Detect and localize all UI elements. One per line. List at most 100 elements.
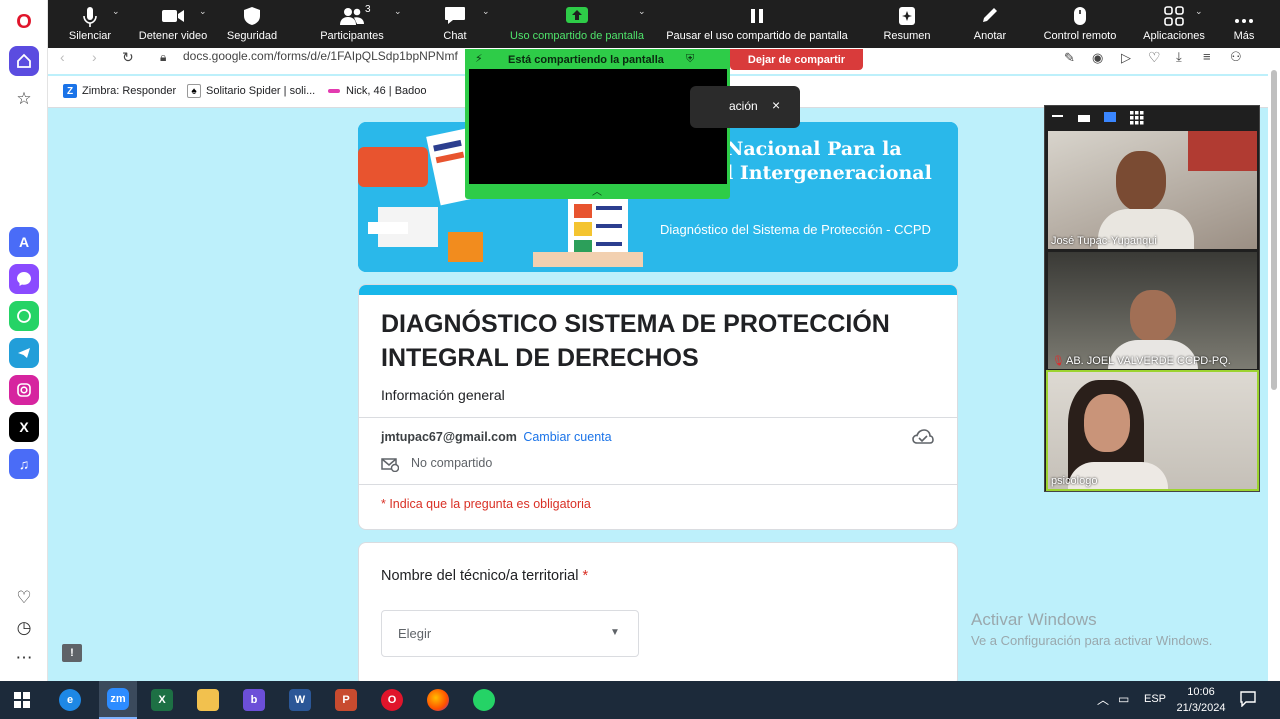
participants-options-caret-icon[interactable]: ⌄ xyxy=(394,6,402,17)
participant-video-tile[interactable]: 🎙︎ AB. JOEL VALVERDE CCPD-PQ. xyxy=(1048,252,1257,369)
heart-icon[interactable]: ♡ xyxy=(1148,49,1161,66)
participant-video-tile[interactable]: José Tupac-Yupanqui xyxy=(1048,131,1257,249)
activate-windows-subtitle: Ve a Configuración para activar Windows. xyxy=(971,633,1213,648)
tray-chevron-up-icon[interactable]: ︿ xyxy=(1097,691,1109,708)
chat-icon xyxy=(431,6,479,30)
opera-logo-icon[interactable]: O xyxy=(12,10,36,34)
security-button[interactable]: Seguridad xyxy=(220,0,284,48)
remote-control-button[interactable]: Control remoto xyxy=(1038,0,1122,48)
muted-microphone-icon: 🎙︎ xyxy=(1052,356,1065,367)
participants-count: 3 xyxy=(365,4,371,15)
more-button[interactable]: Más xyxy=(1224,0,1264,48)
whatsapp-taskbar-icon[interactable] xyxy=(467,685,501,715)
back-icon[interactable]: ‹ xyxy=(60,49,65,65)
question-label: Nombre del técnico/a territorial xyxy=(381,568,579,584)
feedback-icon[interactable]: ! xyxy=(62,644,82,662)
messenger-icon[interactable] xyxy=(9,264,39,294)
tabs-menu-icon[interactable]: ≡ xyxy=(1203,49,1211,64)
share-options-caret-icon[interactable]: ⌄ xyxy=(638,6,646,17)
dropdown-arrow-icon: ▼ xyxy=(610,627,620,638)
form-description: Información general xyxy=(381,387,505,403)
gallery-strip-icon[interactable] xyxy=(1104,112,1116,122)
x-twitter-icon[interactable]: X xyxy=(9,412,39,442)
not-shared-icon xyxy=(381,456,400,477)
mute-options-caret-icon[interactable]: ⌄ xyxy=(112,6,120,17)
instagram-icon[interactable] xyxy=(9,375,39,405)
toast-close-icon[interactable]: × xyxy=(772,97,780,113)
bookmark-solitaire[interactable]: ♠ Solitario Spider | soli... xyxy=(187,84,315,98)
required-note: * Indica que la pregunta es obligatoria xyxy=(381,497,591,511)
home-icon[interactable] xyxy=(9,46,39,76)
powerpoint-icon[interactable]: P xyxy=(329,685,363,715)
bookmark-zimbra[interactable]: Z Zimbra: Responder xyxy=(63,84,176,98)
camera-icon[interactable]: ◉ xyxy=(1092,50,1103,66)
chat-button[interactable]: Chat xyxy=(431,0,479,48)
annotate-button[interactable]: Anotar xyxy=(966,0,1014,48)
banner-title-line-1: Nacional Para la xyxy=(726,138,902,160)
pause-share-button[interactable]: Pausar el uso compartido de pantalla xyxy=(662,0,852,48)
bing-icon[interactable]: b xyxy=(237,685,271,715)
edit-icon[interactable]: ✎ xyxy=(1064,50,1075,66)
whatsapp-icon[interactable] xyxy=(9,301,39,331)
spider-solitaire-icon: ♠ xyxy=(187,84,201,98)
mute-button[interactable]: Silenciar xyxy=(60,0,120,48)
sharing-label: Está compartiendo la pantalla xyxy=(508,54,664,66)
windows-start-icon[interactable] xyxy=(5,685,39,715)
language-indicator[interactable]: ESP xyxy=(1144,693,1166,705)
form-title: DIAGNÓSTICO SISTEMA DE PROTECCIÓN INTEGR… xyxy=(381,310,890,372)
profile-icon[interactable]: ⚇ xyxy=(1230,49,1242,65)
file-explorer-icon[interactable] xyxy=(191,685,225,715)
word-icon[interactable]: W xyxy=(283,685,317,715)
forward-icon[interactable]: › xyxy=(92,49,97,65)
heart-icon[interactable]: ♡ xyxy=(12,586,36,610)
opera-taskbar-icon[interactable]: O xyxy=(375,685,409,715)
technician-select[interactable]: Elegir ▼ xyxy=(381,610,639,657)
share-screen-button[interactable]: Uso compartido de pantalla xyxy=(504,0,650,48)
banner-title-line-2: l Intergeneracional xyxy=(726,162,932,184)
more-dots-icon[interactable]: ⋯ xyxy=(12,646,36,670)
video-options-caret-icon[interactable]: ⌄ xyxy=(199,6,207,17)
bookmarks-star-icon[interactable]: ☆ xyxy=(12,87,36,111)
stop-share-button[interactable]: Dejar de compartir xyxy=(730,49,863,70)
chat-options-caret-icon[interactable]: ⌄ xyxy=(482,6,490,17)
page-scrollbar[interactable] xyxy=(1268,50,1280,681)
account-email: jmtupac67@gmail.com xyxy=(381,430,517,444)
summary-button[interactable]: Resumen xyxy=(878,0,936,48)
zimbra-icon: Z xyxy=(63,84,77,98)
participant-face xyxy=(1130,290,1176,342)
divider xyxy=(359,484,957,485)
bookmark-label: Zimbra: Responder xyxy=(82,85,177,97)
apps-options-caret-icon[interactable]: ⌄ xyxy=(1195,6,1203,17)
clock[interactable]: 10:06 21/3/2024 xyxy=(1176,684,1226,716)
battery-network-icon[interactable]: ▭ xyxy=(1118,692,1129,706)
address-bar[interactable]: docs.google.com/forms/d/e/1FAIpQLSdp1bpN… xyxy=(183,49,458,63)
zoom-video-panel: José Tupac-Yupanqui 🎙︎ AB. JOEL VALVERDE… xyxy=(1044,105,1260,492)
scrollbar-thumb[interactable] xyxy=(1271,70,1277,390)
grid-view-icon[interactable] xyxy=(1130,111,1144,130)
minimize-icon[interactable] xyxy=(1052,115,1063,117)
firefox-icon[interactable] xyxy=(421,685,455,715)
telegram-icon[interactable] xyxy=(9,338,39,368)
reload-icon[interactable]: ↻ xyxy=(122,49,134,66)
participants-button[interactable]: Participantes xyxy=(310,0,394,48)
send-icon[interactable]: ▷ xyxy=(1121,50,1131,66)
speaker-view-icon[interactable] xyxy=(1078,115,1090,122)
zoom-app-icon[interactable]: zm xyxy=(99,681,137,719)
notifications-icon[interactable] xyxy=(1240,691,1256,712)
participant-face xyxy=(1084,394,1130,452)
edge-icon[interactable]: e xyxy=(53,685,87,715)
bookmark-badoo[interactable]: Nick, 46 | Badoo xyxy=(327,84,427,98)
collapse-chevron-icon[interactable]: ︿ xyxy=(592,183,602,198)
history-clock-icon[interactable]: ◷ xyxy=(12,616,36,640)
bookmark-label: Solitario Spider | soli... xyxy=(206,85,316,97)
aria-icon[interactable]: A xyxy=(9,227,39,257)
download-icon[interactable]: ⤓ xyxy=(1176,49,1182,65)
excel-icon[interactable]: X xyxy=(145,685,179,715)
music-player-icon[interactable]: ♫ xyxy=(9,449,39,479)
pencil-icon xyxy=(966,6,1014,30)
switch-account-link[interactable]: Cambiar cuenta xyxy=(523,430,611,444)
participant-video-tile-active-speaker[interactable]: psicologo xyxy=(1046,370,1259,491)
summary-icon xyxy=(878,6,936,30)
question-card: Nombre del técnico/a territorial * Elegi… xyxy=(358,542,958,687)
not-shared-text: No compartido xyxy=(411,456,493,470)
